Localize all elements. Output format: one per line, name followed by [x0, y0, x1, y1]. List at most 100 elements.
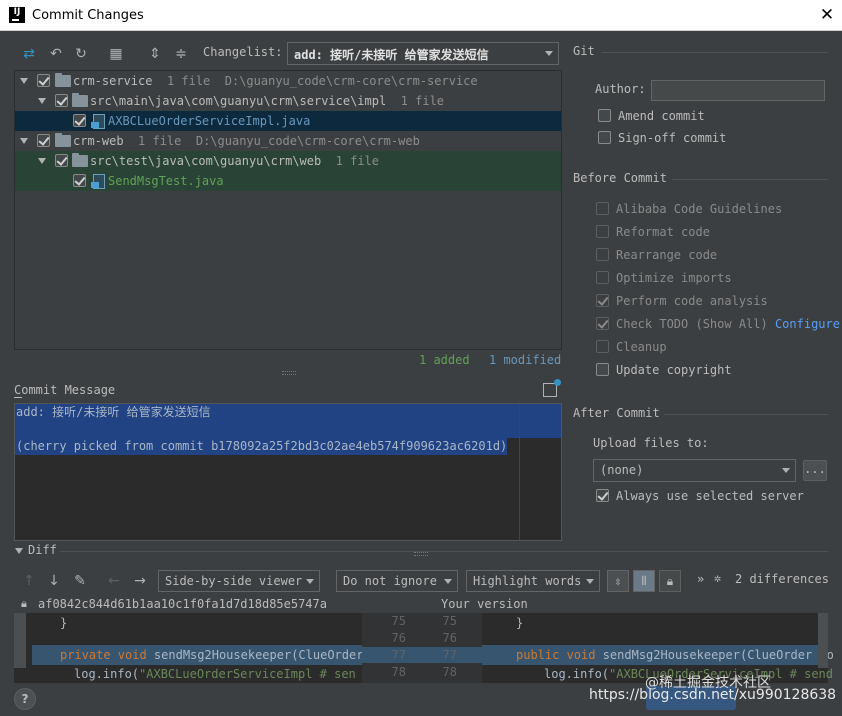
scrollbar[interactable] — [14, 613, 26, 668]
file-count: 1 file — [400, 94, 445, 108]
tree-row-folder[interactable]: src\test\java\com\guanyu\crm\web 1 file — [15, 151, 561, 171]
group-by-icon[interactable]: ▦ — [106, 44, 126, 64]
file-count: 1 file — [166, 74, 211, 88]
upload-more-button[interactable]: ... — [803, 460, 827, 481]
expand-arrow-icon[interactable] — [20, 138, 28, 144]
module-folder-icon — [55, 73, 71, 87]
tree-row-module[interactable]: crm-web 1 file D:\guanyu_code\crm-core\c… — [15, 131, 561, 151]
commit-message-editor[interactable]: add: 接听/未接听 给管家发送短信 (cherry picked from … — [14, 403, 562, 541]
section-divider — [672, 179, 828, 180]
title-bar: IJ Commit Changes ✕ — [0, 0, 842, 31]
checkbox[interactable] — [37, 134, 50, 147]
code-line-text: sendMsg2Housekeeper(ClueOrder — [153, 648, 364, 662]
option-label: Perform code analysis — [616, 294, 768, 308]
splitter-grip[interactable] — [414, 552, 428, 556]
rollback-icon[interactable]: ↶ — [46, 44, 66, 64]
viewer-mode-select[interactable]: Side-by-side viewer — [158, 570, 320, 592]
code-line: } — [60, 616, 68, 630]
lock-icon[interactable]: 🔒︎ — [659, 570, 681, 592]
code-line: log.info("AXBCLueOrderServiceImpl # sen — [74, 667, 356, 681]
previous-difference-icon[interactable]: ↑ — [19, 571, 39, 591]
checkbox[interactable] — [596, 225, 609, 238]
configure-link[interactable]: Configure — [775, 317, 840, 331]
checkbox[interactable] — [37, 74, 50, 87]
java-file-icon — [91, 174, 105, 189]
refresh-icon[interactable]: ↻ — [71, 44, 91, 64]
commit-message-history-icon[interactable] — [543, 379, 561, 397]
checkbox[interactable] — [596, 489, 609, 502]
expand-all-icon[interactable]: ⇕ — [145, 44, 165, 64]
tree-row-file[interactable]: AXBCLueOrderServiceImpl.java — [15, 111, 561, 131]
checkbox[interactable] — [596, 294, 609, 307]
git-section-title: Git — [573, 44, 595, 58]
upload-server-select[interactable]: (none) — [593, 459, 796, 482]
difference-count: 2 differences — [735, 572, 829, 586]
checkbox[interactable] — [596, 202, 609, 215]
checkbox[interactable] — [596, 248, 609, 261]
option-label: Sign-off commit — [618, 131, 727, 145]
option-label: Rearrange code — [616, 248, 718, 262]
forward-arrow-icon[interactable]: → — [130, 571, 150, 591]
highlight-value: Highlight words — [473, 574, 582, 588]
option-label: Cleanup — [616, 340, 667, 354]
help-button[interactable]: ? — [14, 688, 36, 710]
checkbox[interactable] — [596, 317, 609, 330]
author-input[interactable] — [651, 80, 825, 101]
chevron-down-icon — [782, 468, 790, 473]
diff-arrows-icon[interactable]: ⇄ — [19, 44, 39, 64]
collapse-arrow-icon[interactable] — [15, 548, 23, 554]
checkbox[interactable] — [596, 340, 609, 353]
watermark-text: @稀土掘金技术社区 — [645, 675, 771, 691]
checkbox[interactable] — [73, 174, 86, 187]
checkbox[interactable] — [73, 114, 86, 127]
upload-files-label: Upload files to: — [593, 436, 709, 450]
tree-item-label: crm-web — [73, 134, 124, 148]
highlight-select[interactable]: Highlight words — [466, 570, 600, 592]
back-arrow-icon[interactable]: ← — [104, 571, 124, 591]
line-number: 75 — [442, 614, 457, 628]
collapse-all-icon[interactable]: ≑ — [171, 44, 191, 64]
tree-row-file[interactable]: SendMsgTest.java — [15, 171, 561, 191]
changelist-select[interactable]: add: 接听/未接听 给管家发送短信 — [287, 42, 559, 65]
diff-left-pane[interactable]: } private void sendMsg2Housekeeper(ClueO… — [14, 613, 364, 683]
diff-line-numbers: 75 76 77 78 75 76 77 78 — [362, 613, 482, 683]
option-label: Update copyright — [616, 363, 732, 377]
checkbox[interactable] — [596, 363, 609, 376]
collapse-unchanged-icon[interactable]: ⇳ — [607, 570, 629, 592]
lock-icon: 🔒︎ — [21, 597, 27, 610]
next-difference-icon[interactable]: ↓ — [44, 571, 64, 591]
chevron-down-icon — [545, 51, 553, 56]
whitespace-select[interactable]: Do not ignore — [336, 570, 458, 592]
option-label: Check TODO (Show All) — [616, 317, 768, 331]
checkbox[interactable] — [55, 94, 68, 107]
expand-arrow-icon[interactable] — [38, 158, 46, 164]
sync-scroll-icon[interactable]: ⦀ — [633, 570, 655, 592]
expand-arrow-icon[interactable] — [20, 78, 28, 84]
more-actions-button[interactable]: » — [697, 572, 704, 586]
tree-row-folder[interactable]: src\main\java\com\guanyu\crm\service\imp… — [15, 91, 561, 111]
line-number: 76 — [391, 631, 406, 645]
checkbox[interactable] — [596, 271, 609, 284]
module-path: D:\guanyu_code\crm-core\crm-service — [224, 74, 478, 88]
line-number: 78 — [391, 665, 406, 679]
edit-source-icon[interactable]: ✎ — [70, 571, 90, 591]
folder-icon — [72, 93, 88, 107]
checkbox[interactable] — [55, 154, 68, 167]
close-button[interactable]: ✕ — [816, 5, 838, 27]
scrollbar[interactable] — [818, 613, 828, 668]
tree-row-module[interactable]: crm-service 1 file D:\guanyu_code\crm-co… — [15, 71, 561, 91]
section-divider — [664, 414, 828, 415]
java-file-icon — [91, 114, 105, 129]
checkbox[interactable] — [598, 109, 611, 122]
splitter-grip[interactable] — [282, 371, 296, 375]
module-path: D:\guanyu_code\crm-core\crm-web — [195, 134, 420, 148]
diff-section-title: Diff — [28, 543, 57, 557]
changes-tree[interactable]: crm-service 1 file D:\guanyu_code\crm-co… — [14, 70, 562, 350]
expand-arrow-icon[interactable] — [38, 98, 46, 104]
tree-item-label: src\main\java\com\guanyu\crm\service\imp… — [90, 94, 387, 108]
commit-message-line: (cherry picked from commit b178092a25f2b… — [15, 438, 508, 455]
file-count: 1 file — [335, 154, 379, 168]
line-number: 76 — [442, 631, 457, 645]
checkbox[interactable] — [598, 131, 611, 144]
chevron-down-icon — [586, 579, 594, 584]
